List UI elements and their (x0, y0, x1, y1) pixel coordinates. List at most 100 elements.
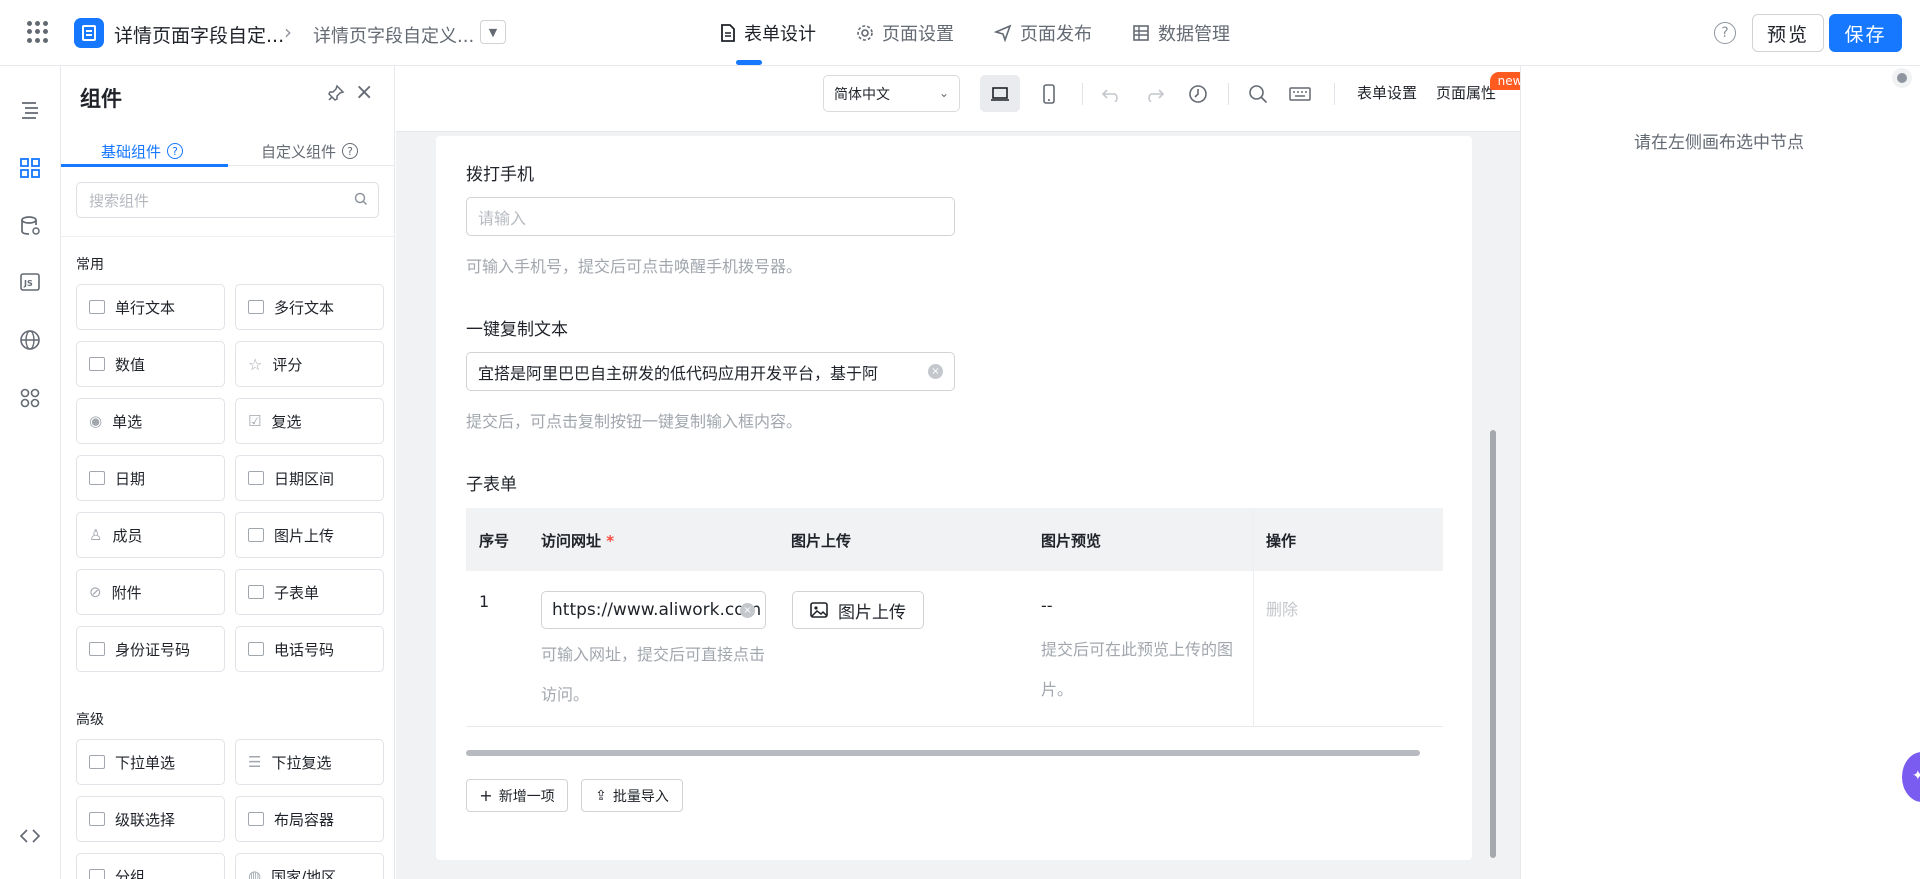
component-item[interactable]: ⊘ 附件 (76, 569, 225, 615)
app-title[interactable]: 详情页面字段自定... (114, 21, 284, 48)
component-item[interactable]: 多行文本 (235, 284, 384, 330)
help-icon[interactable]: ? (167, 143, 184, 159)
component-label: 国家/地区 (271, 867, 337, 879)
component-item[interactable]: 图片上传 (235, 512, 384, 558)
component-item[interactable]: 子表单 (235, 569, 384, 615)
help-icon[interactable]: ? (1714, 22, 1736, 44)
js-code-icon[interactable]: JS (18, 270, 42, 294)
phone-input-placeholder: 请输入 (478, 208, 527, 228)
form-settings-button[interactable]: 表单设置 (1357, 82, 1417, 103)
component-item[interactable]: 单行文本 (76, 284, 225, 330)
component-item[interactable]: 布局容器 (235, 796, 384, 842)
cascade-icon (89, 812, 105, 826)
required-mark: * (606, 532, 615, 550)
language-select[interactable]: 简体中文 ⌄ (823, 75, 960, 112)
component-item[interactable]: 下拉单选 (76, 739, 225, 785)
search-icon (354, 192, 368, 206)
redo-button[interactable] (1134, 75, 1174, 112)
phone-icon (248, 642, 264, 656)
divider (1334, 83, 1335, 105)
image-upload-button[interactable]: 图片上传 (792, 591, 924, 629)
horizontal-scrollbar[interactable] (466, 750, 1420, 756)
close-icon[interactable]: × (355, 80, 373, 105)
page-properties-button[interactable]: 页面属性 (1436, 82, 1496, 103)
component-item[interactable]: 日期区间 (235, 455, 384, 501)
component-item[interactable]: ♙ 成员 (76, 512, 225, 558)
batch-import-button[interactable]: ⇪ 批量导入 (581, 779, 683, 812)
components-icon[interactable] (18, 156, 42, 180)
url-input[interactable]: https://www.aliwork.com × (541, 591, 766, 629)
clear-icon[interactable]: × (740, 603, 755, 618)
help-icon[interactable]: ? (342, 143, 359, 159)
delete-row-link[interactable]: 删除 (1266, 596, 1298, 620)
component-item[interactable]: 级联选择 (76, 796, 225, 842)
laptop-icon (991, 86, 1009, 101)
batch-import-label: 批量导入 (612, 788, 669, 805)
page-title[interactable]: 详情页字段自定义... (313, 22, 474, 48)
chevron-down-icon: ⌄ (938, 86, 949, 100)
undo-button[interactable] (1092, 75, 1132, 112)
tab-page-publish[interactable]: 页面发布 (974, 0, 1112, 66)
component-label: 日期 (115, 469, 146, 488)
preview-button[interactable]: 预览 (1752, 14, 1824, 52)
history-button[interactable] (1178, 75, 1218, 112)
component-label: 评分 (272, 355, 303, 374)
single-line-text-icon (89, 300, 105, 314)
globe-icon: ◍ (248, 867, 262, 879)
column-header: 图片预览 (1041, 532, 1102, 550)
tab-form-design[interactable]: 表单设计 (700, 0, 836, 66)
component-item[interactable]: 分组 (76, 853, 225, 879)
component-item[interactable]: 电话号码 (235, 626, 384, 672)
component-search-input[interactable]: 搜索组件 (76, 182, 379, 218)
component-item[interactable]: ◉ 单选 (76, 398, 225, 444)
component-item[interactable]: ☰ 下拉复选 (235, 739, 384, 785)
copy-text-input[interactable]: 宜搭是阿里巴巴自主研发的低代码应用开发平台，基于阿 × (466, 352, 955, 391)
mobile-view-button[interactable] (1029, 75, 1069, 112)
main-tabs: 表单设计 页面设置 页面发布 数据管理 (700, 0, 1250, 66)
send-icon (994, 24, 1012, 42)
add-row-button[interactable]: + 新增一项 (466, 779, 568, 812)
tab-page-settings[interactable]: 页面设置 (836, 0, 974, 66)
keyboard-shortcuts-button[interactable] (1280, 75, 1320, 112)
component-item[interactable]: ◍ 国家/地区 (235, 853, 384, 879)
component-item[interactable]: 数值 (76, 341, 225, 387)
copy-text-value: 宜搭是阿里巴巴自主研发的低代码应用开发平台，基于阿 (478, 363, 879, 383)
component-item[interactable]: 身份证号码 (76, 626, 225, 672)
phone-input[interactable]: 请输入 (466, 197, 955, 236)
save-button[interactable]: 保存 (1829, 14, 1902, 52)
pin-icon[interactable] (327, 84, 345, 107)
language-value: 简体中文 (834, 86, 890, 103)
component-label: 分组 (115, 867, 146, 879)
plugins-icon[interactable] (18, 386, 42, 410)
url-help: 可输入网址，提交后可直接点击访问。 (541, 645, 766, 704)
tab-label: 表单设计 (744, 24, 816, 45)
collapse-dot-icon[interactable] (1892, 68, 1912, 88)
paperclip-icon: ⊘ (89, 583, 102, 601)
search-button[interactable] (1238, 75, 1278, 112)
field-help: 提交后，可点击复制按钮一键复制输入框内容。 (466, 412, 803, 431)
assistant-icon: ✦ (1912, 768, 1920, 784)
vertical-scrollbar[interactable] (1490, 430, 1496, 858)
component-item[interactable]: ☑ 复选 (235, 398, 384, 444)
tab-custom-components[interactable]: 自定义组件 ? (261, 136, 359, 166)
clear-icon[interactable]: × (928, 364, 943, 379)
page-switch-dropdown[interactable]: ▼ (480, 20, 506, 44)
tab-active-indicator (61, 164, 228, 167)
globe-icon[interactable] (18, 328, 42, 352)
component-label: 下拉复选 (271, 753, 332, 772)
data-source-icon[interactable] (18, 214, 42, 238)
code-brackets-icon[interactable] (18, 824, 42, 848)
divider (61, 236, 394, 237)
svg-text:JS: JS (23, 279, 33, 288)
tab-basic-components[interactable]: 基础组件 ? (101, 136, 184, 166)
component-item[interactable]: 日期 (76, 455, 225, 501)
outline-tree-icon[interactable] (18, 98, 42, 122)
component-item[interactable]: ☆ 评分 (235, 341, 384, 387)
tab-data-management[interactable]: 数据管理 (1112, 0, 1250, 66)
component-label: 级联选择 (115, 810, 176, 829)
multi-select-icon: ☰ (248, 753, 262, 771)
desktop-view-button[interactable] (980, 75, 1020, 112)
tab-label: 数据管理 (1158, 24, 1230, 45)
star-icon: ☆ (248, 354, 263, 374)
app-grid-icon[interactable] (27, 21, 49, 43)
